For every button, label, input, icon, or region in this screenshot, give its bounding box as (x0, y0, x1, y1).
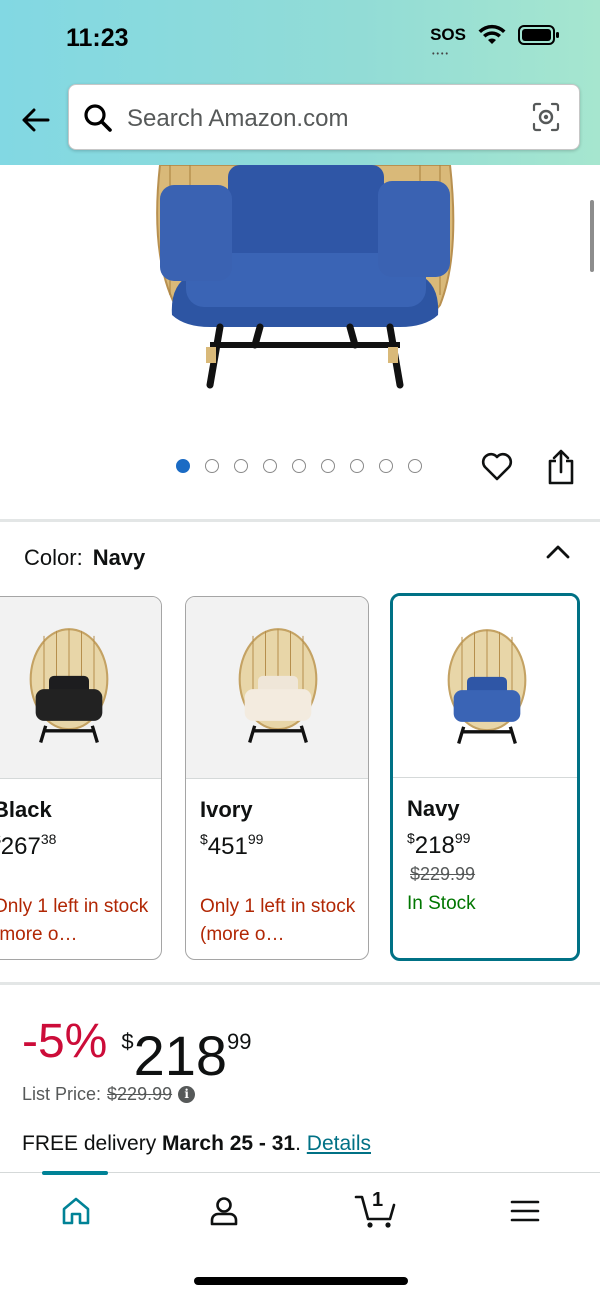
sos-indicator: SOS •••• (430, 25, 466, 58)
image-pagination-dots[interactable] (176, 459, 422, 473)
search-input[interactable]: Search Amazon.com (68, 84, 580, 150)
delivery-prefix: FREE delivery (22, 1132, 163, 1155)
color-label-text: Color: (24, 545, 83, 570)
scroll-indicator[interactable] (590, 200, 594, 272)
variant-price-whole: 267 (0, 833, 41, 860)
menu-icon[interactable] (510, 1199, 540, 1223)
list-price-label: List Price: (22, 1084, 102, 1104)
pagination-dot-5[interactable] (292, 459, 306, 473)
active-tab-indicator (42, 1171, 108, 1175)
delivery-info: FREE delivery March 25 - 31. Details (22, 1132, 371, 1156)
delivery-date: March 25 - 31 (162, 1132, 296, 1155)
variant-price: $21899 (407, 830, 470, 860)
variant-price-cents: 38 (40, 831, 57, 847)
info-icon[interactable]: i (178, 1086, 196, 1103)
wishlist-heart-icon[interactable] (480, 450, 514, 484)
app-header: 11:23 SOS •••• Search Amazon.com (0, 0, 600, 165)
chair-thumbnail-navy (447, 629, 527, 744)
account-icon[interactable] (208, 1195, 240, 1227)
variant-price-whole: 451 (207, 833, 248, 860)
variant-stock: Only 1 left in stock (more o… (200, 896, 356, 945)
discount-percent: -5% (22, 1015, 108, 1068)
variant-thumbnail (0, 597, 161, 779)
chair-thumbnail-black (29, 628, 109, 743)
section-divider (0, 982, 600, 985)
details-link[interactable]: Details (307, 1132, 371, 1155)
deal-price: $21899 (121, 1012, 251, 1086)
price-symbol: $ (121, 1029, 134, 1054)
search-placeholder: Search Amazon.com (127, 105, 349, 132)
sos-dots: •••• (432, 51, 450, 58)
variant-name: Navy (407, 796, 460, 821)
variant-price-symbol: $ (407, 830, 415, 846)
camera-search-icon[interactable] (531, 101, 561, 133)
status-time: 11:23 (66, 24, 129, 52)
pagination-dot-4[interactable] (263, 459, 277, 473)
variant-price-whole: 218 (414, 832, 455, 859)
variant-price-symbol: $ (200, 831, 208, 847)
pagination-dot-6[interactable] (321, 459, 335, 473)
price-cents: 99 (227, 1029, 252, 1054)
variant-price-cents: 99 (454, 830, 471, 846)
variant-list-price: $229.99 (410, 864, 476, 884)
wifi-icon (478, 24, 506, 44)
product-image[interactable] (150, 165, 460, 405)
pagination-dot-2[interactable] (205, 459, 219, 473)
back-arrow-icon[interactable] (16, 100, 56, 140)
home-indicator[interactable] (194, 1277, 408, 1285)
chevron-up-icon[interactable] (544, 540, 572, 564)
battery-icon (518, 25, 559, 45)
sos-label: SOS (430, 25, 466, 44)
selected-color-name: Navy (92, 545, 146, 570)
pagination-dot-1[interactable] (176, 459, 190, 473)
pagination-dot-9[interactable] (408, 459, 422, 473)
list-price: List Price: $229.99 i (22, 1084, 196, 1105)
color-option-ivory[interactable]: Ivory $45199 Only 1 left in stock (more … (185, 596, 369, 960)
variant-thumbnail (186, 597, 368, 779)
home-icon[interactable] (60, 1195, 92, 1227)
cart-count: 1 (372, 1189, 384, 1211)
share-icon[interactable] (545, 448, 577, 486)
chair-thumbnail-ivory (238, 628, 318, 743)
price-block: -5% $21899 (22, 1012, 252, 1086)
variant-price: $45199 (200, 831, 263, 861)
variant-price-cents: 99 (247, 831, 264, 847)
variant-name: Black (0, 797, 52, 822)
cart-button[interactable]: 1 (354, 1187, 398, 1231)
pagination-dot-8[interactable] (379, 459, 393, 473)
pagination-dot-7[interactable] (350, 459, 364, 473)
status-icons: SOS •••• (430, 24, 560, 58)
list-price-value: $229.99 (107, 1084, 173, 1104)
pagination-dot-3[interactable] (234, 459, 248, 473)
variant-stock: Only 1 left in stock (more o… (0, 896, 149, 945)
color-label: Color: Navy (24, 545, 145, 571)
variant-stock: In Stock (407, 893, 476, 914)
search-icon (84, 104, 112, 132)
price-whole: 218 (133, 1024, 228, 1087)
color-option-navy[interactable]: Navy $21899 $229.99 In Stock (390, 593, 580, 961)
variant-thumbnail (393, 596, 577, 778)
delivery-suffix: . (295, 1132, 307, 1155)
variant-name: Ivory (200, 797, 253, 822)
section-divider (0, 519, 600, 522)
variant-price: $26738 (0, 831, 56, 861)
color-option-black[interactable]: Black $26738 Only 1 left in stock (more … (0, 596, 162, 960)
